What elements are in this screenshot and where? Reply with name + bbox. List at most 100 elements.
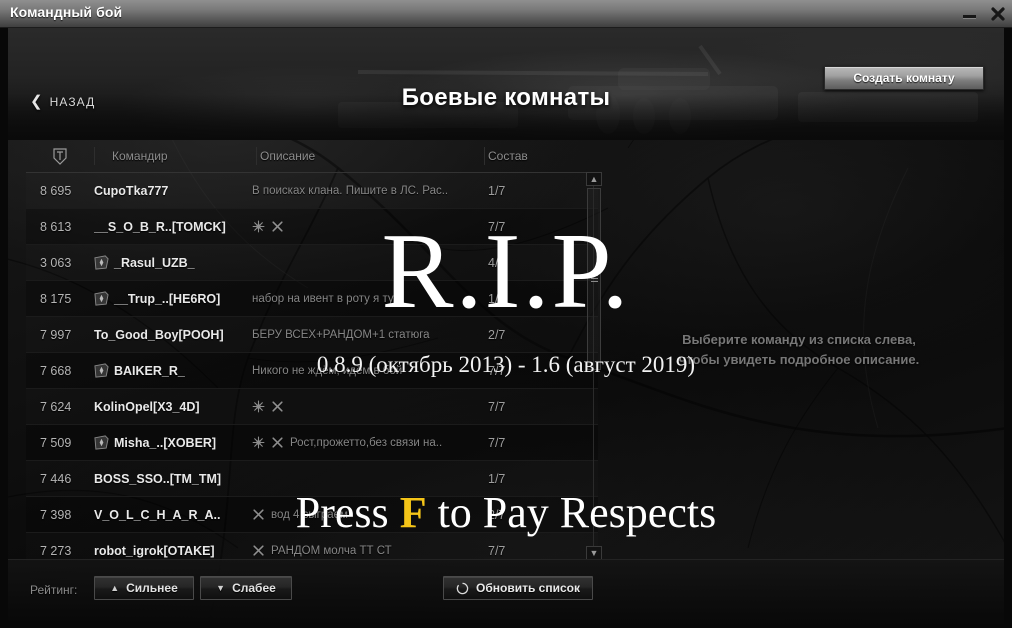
cell-rating: 7 668 bbox=[40, 363, 72, 378]
commander-name: Misha_..[XOBER] bbox=[114, 435, 217, 450]
refresh-list-button[interactable]: Обновить список bbox=[443, 576, 593, 600]
cell-commander: To_Good_Boy[POOH] bbox=[94, 328, 246, 342]
create-room-button[interactable]: Создать комнату bbox=[824, 66, 984, 90]
detail-hint-line-2: чтобы увидеть подробное описание. bbox=[678, 352, 920, 367]
cell-description: БЕРУ ВСЕХ+РАНДОМ+1 статюга bbox=[246, 329, 474, 341]
cell-rating: 8 613 bbox=[40, 219, 72, 234]
commander-name: KolinOpel[X3_4D] bbox=[94, 399, 200, 414]
refresh-list-label: Обновить список bbox=[476, 581, 580, 595]
clan-emblem-icon bbox=[94, 435, 109, 450]
snowflake-icon bbox=[252, 436, 265, 449]
x-icon bbox=[253, 545, 264, 556]
cell-commander: __S_O_B_R..[TOMCK] bbox=[94, 220, 246, 234]
cell-rating: 7 446 bbox=[40, 471, 72, 486]
table-row[interactable]: 8 695 CupoTka777 В поисках клана. Пишите в… bbox=[26, 173, 598, 209]
cell-commander: Misha_..[XOBER] bbox=[94, 435, 246, 450]
cell-composition: 7/7 bbox=[488, 543, 506, 558]
cell-composition: 7/7 bbox=[488, 219, 506, 234]
cell-description: набор на ивент в роту я ту.. bbox=[246, 293, 474, 305]
cell-composition: 2/7 bbox=[488, 507, 506, 522]
cell-description: Никого не ждём, идём в бой bbox=[246, 365, 474, 377]
cell-rating: 7 997 bbox=[40, 327, 72, 342]
cell-composition: 1/7 bbox=[488, 471, 506, 486]
cell-composition: 2/7 bbox=[488, 327, 506, 342]
description-text: набор на ивент в роту я ту.. bbox=[252, 292, 399, 305]
cell-commander: BAIKER_R_ bbox=[94, 363, 246, 378]
cell-description: Рост,прожетто,без связи на.. bbox=[246, 436, 474, 449]
table-row[interactable]: 8 175 __Trup_..[HE6RO] набор на ивент в ро… bbox=[26, 281, 598, 317]
sort-weaker-button[interactable]: ▼ Слабее bbox=[200, 576, 292, 600]
clan-emblem-icon bbox=[94, 291, 109, 306]
sort-weaker-label: Слабее bbox=[232, 581, 276, 595]
minimize-icon[interactable] bbox=[962, 6, 978, 22]
cell-composition: 1/7 bbox=[488, 291, 506, 306]
table-rows: 8 695 CupoTka777 В поисках клана. Пишите в… bbox=[26, 173, 598, 561]
x-icon bbox=[272, 401, 283, 412]
column-header-description[interactable]: Описание bbox=[246, 149, 474, 163]
description-text: В поисках клана. Пишите в ЛС. Рас.. bbox=[252, 184, 449, 197]
shield-rating-icon bbox=[53, 147, 67, 165]
chevron-down-icon[interactable]: ▼ bbox=[586, 546, 602, 560]
commander-name: BOSS_SSO..[TM_TM] bbox=[94, 471, 222, 486]
column-header-commander[interactable]: Командир bbox=[94, 149, 246, 163]
description-text: БЕРУ ВСЕХ+РАНДОМ+1 статюга bbox=[252, 328, 430, 341]
column-header-rating[interactable] bbox=[26, 147, 94, 165]
x-icon bbox=[272, 437, 283, 448]
table-row[interactable]: 7 398 V_O_L_C_H_A_R_A.. вод 4 сыграем 2/7 bbox=[26, 497, 598, 533]
cell-composition: 1/7 bbox=[488, 183, 506, 198]
column-header-composition[interactable]: Состав bbox=[474, 149, 578, 163]
description-text: РАНДОМ молча ТТ СТ bbox=[271, 544, 392, 557]
commander-name: robot_igrok[OTAKE] bbox=[94, 543, 215, 558]
description-text: Рост,прожетто,без связи на.. bbox=[290, 436, 443, 449]
scrollbar-thumb[interactable] bbox=[587, 188, 601, 370]
sort-stronger-label: Сильнее bbox=[126, 581, 178, 595]
table-row[interactable]: 7 624 KolinOpel[X3_4D] 7/7 bbox=[26, 389, 598, 425]
cell-description: РАНДОМ молча ТТ СТ bbox=[246, 544, 474, 557]
title-bar: Командный бой bbox=[0, 0, 1012, 28]
sort-stronger-button[interactable]: ▲ Сильнее bbox=[94, 576, 194, 600]
scrollbar-grip-icon bbox=[591, 275, 598, 283]
cell-description bbox=[246, 220, 474, 233]
table-row[interactable]: 7 446 BOSS_SSO..[TM_TM] 1/7 bbox=[26, 461, 598, 497]
refresh-circle-icon bbox=[456, 582, 469, 594]
clan-emblem-icon bbox=[94, 363, 109, 378]
cell-rating: 8 175 bbox=[40, 291, 72, 306]
create-room-label: Создать комнату bbox=[853, 71, 955, 85]
cell-description bbox=[246, 400, 474, 413]
main-panel: ❮ НАЗАД Боевые комнаты Создать комнату К… bbox=[8, 28, 1004, 624]
cell-description: В поисках клана. Пишите в ЛС. Рас.. bbox=[246, 185, 474, 197]
table-row[interactable]: 8 613 __S_O_B_R..[TOMCK] 7/7 bbox=[26, 209, 598, 245]
commander-name: BAIKER_R_ bbox=[114, 363, 185, 378]
table-row[interactable]: 7 668 BAIKER_R_ Никого не ждём, идём в бой… bbox=[26, 353, 598, 389]
arrow-up-icon: ▲ bbox=[110, 582, 120, 593]
cell-description: вод 4 сыграем bbox=[246, 508, 474, 521]
bottom-toolbar: Рейтинг: ▲ Сильнее ▼ Слабее Обновить спи… bbox=[8, 559, 1004, 624]
cell-composition: 7/7 bbox=[488, 435, 506, 450]
table-row[interactable]: 3 063 _Rasul_UZB_ 4/7 bbox=[26, 245, 598, 281]
cell-rating: 7 398 bbox=[40, 507, 72, 522]
window-controls bbox=[962, 0, 1006, 28]
table-row[interactable]: 7 509 Misha_..[XOBER] Рост,прожетто,без св… bbox=[26, 425, 598, 461]
cell-commander: V_O_L_C_H_A_R_A.. bbox=[94, 508, 246, 522]
detail-hint-line-1: Выберите команду из списка слева, bbox=[682, 331, 916, 347]
close-icon[interactable] bbox=[990, 6, 1006, 22]
cell-composition: 7/7 bbox=[488, 399, 506, 414]
table-scrollbar[interactable]: ▲ ▼ bbox=[586, 172, 602, 560]
table-column-headers: Командир Описание Состав bbox=[26, 140, 598, 173]
commander-name: CupoTka777 bbox=[94, 183, 169, 198]
snowflake-icon bbox=[252, 220, 265, 233]
game-window: Командный бой ❮ НАЗАД Боевые комнаты Соз… bbox=[0, 0, 1012, 628]
table-row[interactable]: 7 997 To_Good_Boy[POOH] БЕРУ ВСЕХ+РАНДОМ+1… bbox=[26, 317, 598, 353]
cell-commander: __Trup_..[HE6RO] bbox=[94, 291, 246, 306]
description-text: вод 4 сыграем bbox=[271, 508, 348, 521]
chevron-up-icon[interactable]: ▲ bbox=[586, 172, 602, 186]
cell-rating: 3 063 bbox=[40, 255, 72, 270]
description-text: Никого не ждём, идём в бой bbox=[252, 364, 403, 377]
commander-name: To_Good_Boy[POOH] bbox=[94, 327, 224, 342]
window-title: Командный бой bbox=[10, 4, 123, 20]
table-row[interactable]: 7 273 robot_igrok[OTAKE] РАНДОМ молча ТТ С… bbox=[26, 533, 598, 561]
commander-name: _Rasul_UZB_ bbox=[114, 255, 195, 270]
detail-hint: Выберите команду из списка слева, чтобы … bbox=[649, 330, 949, 370]
cell-commander: _Rasul_UZB_ bbox=[94, 255, 246, 270]
rooms-table: Командир Описание Состав 8 695 CupoTka777… bbox=[26, 140, 598, 560]
